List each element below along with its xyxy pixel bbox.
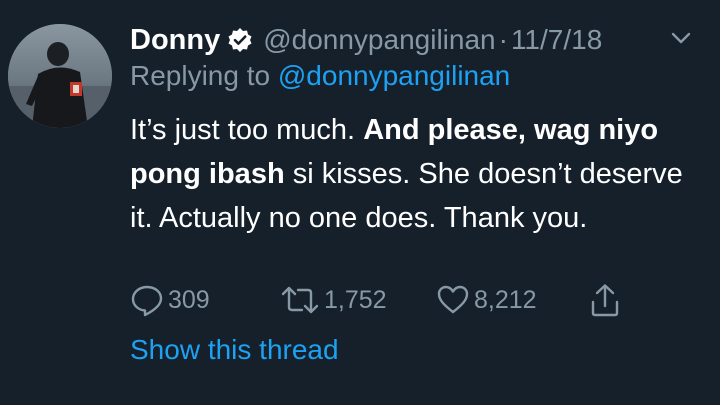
tweet-header: Donny @donnypangilinan · 11/7/18	[130, 20, 710, 60]
replying-to-line: Replying to @donnypangilinan	[130, 60, 510, 92]
retweet-button[interactable]: 1,752	[280, 280, 387, 320]
reply-button[interactable]: 309	[130, 280, 210, 320]
like-count: 8,212	[474, 285, 537, 314]
replying-to-mention[interactable]: @donnypangilinan	[278, 60, 510, 91]
tweet-text: It’s just too much. And please, wag niyo…	[130, 108, 700, 240]
separator-dot: ·	[498, 24, 508, 55]
action-bar: 309 1,752 8,212	[130, 280, 690, 320]
retweet-count: 1,752	[324, 285, 387, 314]
chevron-down-icon[interactable]	[668, 28, 694, 48]
replying-to-label: Replying to	[130, 60, 271, 91]
share-icon	[591, 284, 619, 317]
avatar-photo	[8, 24, 112, 128]
heart-icon	[437, 285, 469, 314]
like-button[interactable]: 8,212	[436, 280, 537, 320]
tweet-card: Donny @donnypangilinan · 11/7/18 Replyin…	[0, 0, 720, 405]
display-name[interactable]: Donny	[130, 24, 220, 57]
verified-badge-icon	[227, 27, 253, 53]
user-handle[interactable]: @donnypangilinan	[263, 24, 495, 56]
share-button[interactable]	[588, 280, 626, 320]
reply-icon	[131, 285, 163, 317]
tweet-text-part: It’s just too much.	[130, 114, 364, 146]
avatar[interactable]	[8, 24, 112, 128]
retweet-icon	[281, 286, 319, 314]
tweet-date[interactable]: 11/7/18	[511, 24, 602, 56]
show-thread-link[interactable]: Show this thread	[130, 334, 339, 366]
reply-count: 309	[168, 285, 210, 314]
